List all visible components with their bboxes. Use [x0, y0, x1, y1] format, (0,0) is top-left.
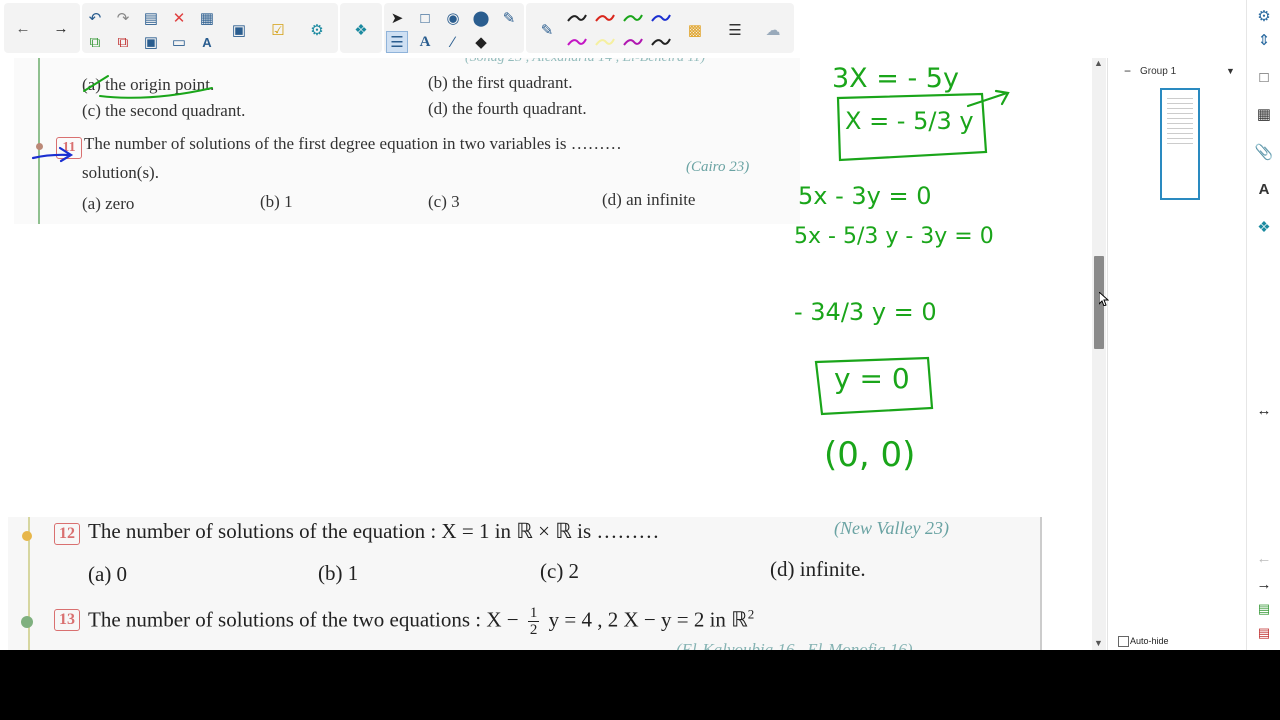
extension-group: ❖: [340, 3, 382, 53]
hw-line4: - 34/3 y = 0: [794, 298, 937, 326]
pen-preset-8[interactable]: [650, 35, 672, 49]
forward-arrow-icon[interactable]: →: [50, 17, 72, 39]
table-icon[interactable]: ▦: [196, 7, 218, 29]
cut-icon[interactable]: ⧉: [112, 31, 134, 53]
hw-line3: 5x - 5/3 y - 3y = 0: [794, 224, 994, 249]
pen-tool-icon[interactable]: ☰: [386, 31, 408, 53]
next-page-icon[interactable]: →: [1253, 573, 1275, 595]
prev-page-icon[interactable]: ←: [1253, 547, 1275, 569]
image-icon[interactable]: ▦: [1253, 103, 1275, 125]
extension-icon[interactable]: ❖: [350, 19, 372, 41]
undo-icon[interactable]: ↶: [84, 7, 106, 29]
hw-line5: (0, 0): [824, 435, 915, 475]
paste-icon[interactable]: ▤: [140, 7, 162, 29]
add-page-icon[interactable]: ▤: [1253, 598, 1275, 620]
settings-icon[interactable]: ⚙: [1253, 5, 1275, 27]
delete-page-icon[interactable]: ▤: [1253, 622, 1275, 644]
right-side-rail: ⚙ ⇕ □ ▦ 📎 A ❖ ↔ ← → ▤ ▤: [1246, 0, 1280, 650]
pen-preset-5[interactable]: [566, 35, 588, 49]
group-label[interactable]: Group 1: [1140, 66, 1176, 77]
text-style-icon[interactable]: A: [1253, 178, 1275, 200]
pen-preset-1[interactable]: [566, 11, 588, 25]
line-icon[interactable]: ∕: [442, 31, 464, 53]
apps-icon[interactable]: ⚙: [306, 19, 328, 41]
expand-icon[interactable]: ↔: [1253, 399, 1275, 421]
pen-icon[interactable]: ✎: [536, 19, 558, 41]
vertical-scrollbar[interactable]: ▲ ▼: [1092, 58, 1106, 650]
whiteboard-canvas[interactable]: (Sohag 23 , Alexandria 14 , El-Beheira 1…: [0, 58, 1092, 650]
select-icon[interactable]: ➤: [386, 7, 408, 29]
highlighter-icon[interactable]: ✎: [498, 7, 520, 29]
main-toolbar: ← → ↶ ↷ ▤ ✕ ▦ ⧉ ⧉ ▣ ▭ A ▣ ☑ ⚙ ❖ ➤ □ ◉ ⬤ …: [0, 0, 1246, 58]
page-thumbnail[interactable]: [1160, 88, 1200, 200]
pens-group: ✎ ▩ ☰ ☁: [526, 3, 794, 53]
text-icon[interactable]: A: [414, 31, 436, 53]
circle-shape-icon[interactable]: ⬤: [470, 7, 492, 29]
delete-icon[interactable]: ✕: [168, 7, 190, 29]
navigation-group: ← →: [4, 3, 80, 53]
hw-boxed2: y = 0: [834, 362, 910, 395]
page-sorter-panel: − Group 1 ▼ Auto-hide: [1107, 58, 1247, 650]
fill-shape-icon[interactable]: ◉: [442, 7, 464, 29]
check-icon[interactable]: ☑: [267, 19, 289, 41]
hw-line2: 5x - 3y = 0: [798, 182, 932, 210]
autohide-label: Auto-hide: [1130, 636, 1169, 646]
hw-boxed1: X = - 5/3 y: [845, 107, 974, 135]
hw-line1: 3X = - 5y: [832, 63, 959, 94]
cloud-icon[interactable]: ☁: [762, 19, 784, 41]
pen-preset-7[interactable]: [622, 35, 644, 49]
sort-icon[interactable]: ⇕: [1253, 29, 1275, 51]
lines-icon[interactable]: ☰: [724, 19, 746, 41]
scroll-down-icon[interactable]: ▼: [1094, 638, 1103, 648]
shape-icon[interactable]: □: [414, 7, 436, 29]
text-format-icon[interactable]: A: [196, 31, 218, 53]
pen-preset-3[interactable]: [622, 11, 644, 25]
drawing-tools-group: ➤ □ ◉ ⬤ ✎ ☰ A ∕ ◆: [384, 3, 524, 53]
pen-preset-4[interactable]: [650, 11, 672, 25]
edit-group: ↶ ↷ ▤ ✕ ▦ ⧉ ⧉ ▣ ▭ A ▣ ☑ ⚙: [82, 3, 338, 53]
collapse-group-icon[interactable]: −: [1124, 64, 1131, 78]
pen-preset-6[interactable]: [594, 35, 616, 49]
copy-icon[interactable]: ⧉: [84, 31, 106, 53]
color-palette-icon[interactable]: ▩: [684, 19, 706, 41]
mouse-cursor: [1099, 292, 1109, 306]
blue-arrow-annotation: [31, 146, 74, 163]
handwriting-layer: 3X = - 5y X = - 5/3 y 5x - 3y = 0 5x - 5…: [31, 63, 1010, 475]
save-icon[interactable]: ▣: [140, 31, 162, 53]
pen-preset-2[interactable]: [594, 11, 616, 25]
thumbnail-content: [1167, 98, 1193, 148]
answer-mark-annotation: [83, 75, 213, 99]
group-dropdown-icon[interactable]: ▼: [1226, 66, 1235, 76]
extension-icon[interactable]: ❖: [1253, 216, 1275, 238]
attachment-icon[interactable]: 📎: [1253, 141, 1275, 163]
redo-icon[interactable]: ↷: [112, 7, 134, 29]
page-icon[interactable]: □: [1253, 66, 1275, 88]
scroll-up-icon[interactable]: ▲: [1094, 58, 1103, 68]
screenshot-icon[interactable]: ▣: [228, 19, 250, 41]
screen-icon[interactable]: ▭: [168, 31, 190, 53]
autohide-checkbox[interactable]: [1118, 636, 1129, 647]
eraser-icon[interactable]: ◆: [470, 31, 492, 53]
back-arrow-icon[interactable]: ←: [12, 17, 34, 39]
